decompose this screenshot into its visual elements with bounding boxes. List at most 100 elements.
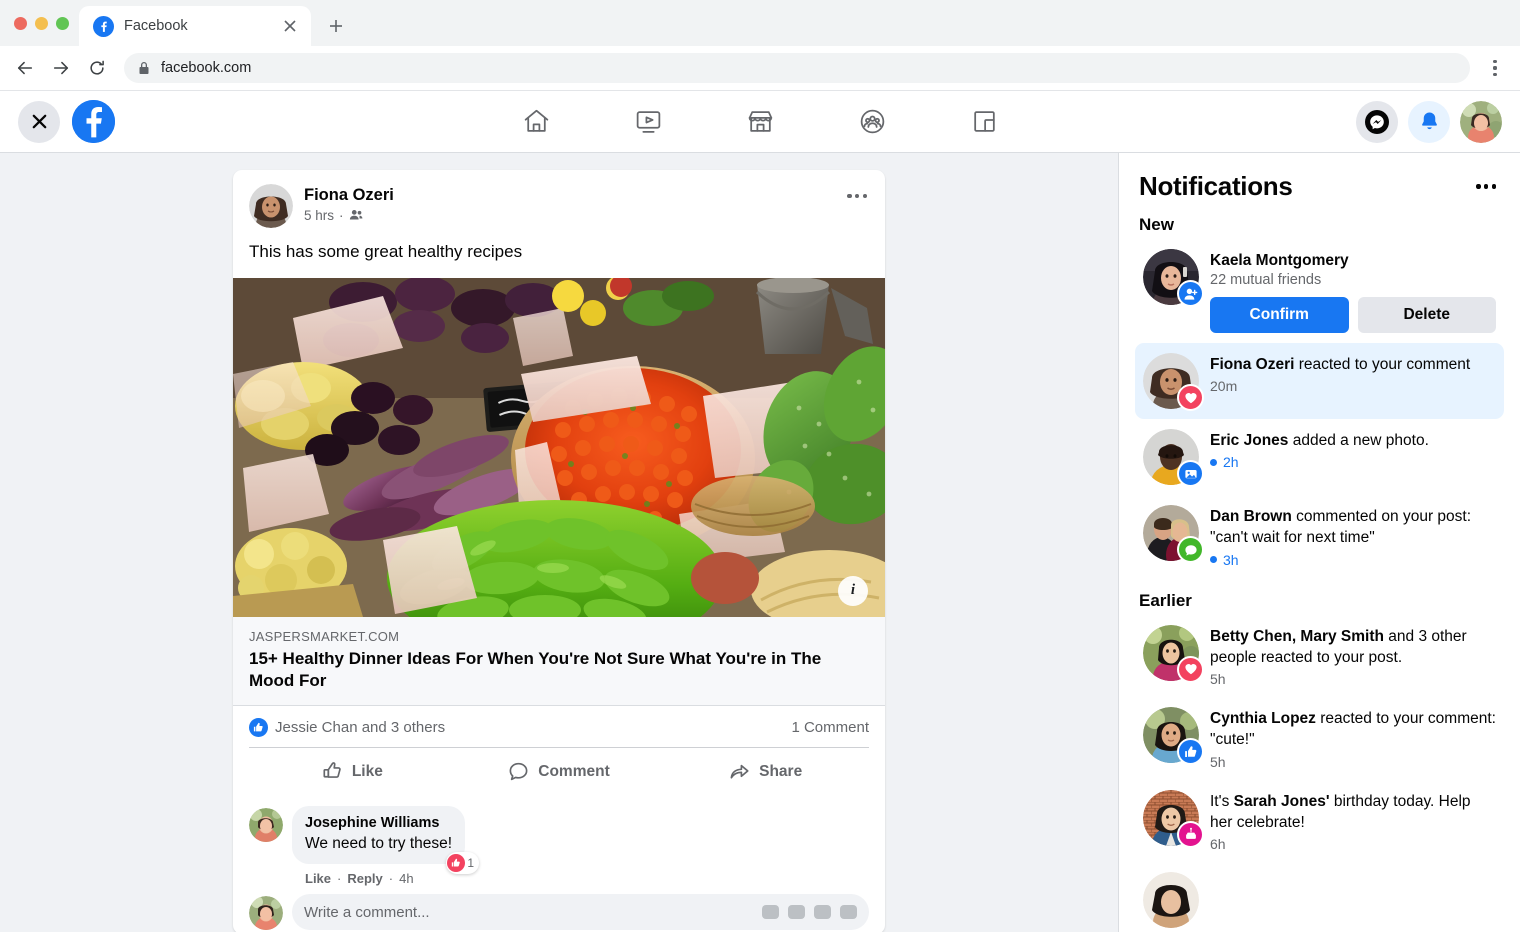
close-overlay-button[interactable] — [18, 100, 60, 143]
notification-body — [1210, 872, 1496, 873]
address-bar-url: facebook.com — [161, 60, 252, 76]
notification-time: 5h — [1210, 671, 1226, 688]
camera-icon[interactable] — [788, 905, 805, 920]
unread-dot-icon — [1210, 458, 1217, 466]
reaction-summary-left[interactable]: Jessie Chan and 3 others — [249, 717, 446, 737]
notification-time-text: 2h — [1223, 454, 1239, 471]
notification-comment-dan[interactable]: Dan Brown commented on your post: "can't… — [1135, 495, 1504, 577]
gif-icon[interactable] — [814, 905, 831, 920]
notifications-menu-icon[interactable] — [1472, 176, 1500, 196]
notification-time: 20m — [1210, 378, 1238, 395]
new-tab-icon[interactable] — [321, 11, 351, 41]
confirm-button[interactable]: Confirm — [1210, 297, 1349, 334]
notification-birthday-sarah[interactable]: It's Sarah Jones' birthday today. Help h… — [1135, 780, 1504, 862]
reaction-names: Jessie Chan and 3 others — [275, 718, 446, 736]
notification-avatar-wrap — [1143, 624, 1204, 683]
nav-tab-marketplace[interactable] — [704, 94, 816, 150]
post-meta: 5 hrs · — [304, 208, 845, 223]
link-domain: JASPERSMARKET.COM — [249, 628, 400, 644]
link-preview[interactable]: JASPERSMARKET.COM 15+ Healthy Dinner Ide… — [233, 616, 885, 706]
account-avatar[interactable] — [1460, 100, 1502, 143]
comment-action-sep2: · — [388, 871, 394, 887]
emoji-icon[interactable] — [762, 905, 779, 920]
notification-reaction-cynthia[interactable]: Cynthia Lopez reacted to your comment: "… — [1135, 697, 1504, 779]
nav-tabs — [0, 94, 1520, 150]
notification-body: Betty Chen, Mary Smith and 3 other peopl… — [1210, 625, 1496, 687]
post-author-avatar[interactable] — [249, 184, 293, 228]
nav-tab-home[interactable] — [480, 94, 592, 150]
back-icon[interactable] — [8, 51, 42, 85]
notification-item-partial[interactable] — [1135, 862, 1504, 932]
post-image-container[interactable]: i — [233, 277, 885, 617]
comment-composer: Write a comment... — [249, 894, 869, 932]
messenger-icon[interactable] — [1356, 100, 1398, 143]
window-close-button[interactable] — [14, 16, 27, 30]
window-maximize-button[interactable] — [56, 16, 69, 30]
groups-icon — [860, 109, 884, 134]
section-label-new: New — [1139, 215, 1174, 234]
commenter-avatar[interactable] — [249, 807, 283, 842]
watch-icon — [636, 111, 660, 133]
friends-icon — [349, 210, 362, 220]
nav-tab-gaming[interactable] — [928, 94, 1040, 150]
comment-body: Josephine Williams We need to try these!… — [292, 805, 869, 887]
facebook-logo-icon[interactable] — [72, 100, 115, 143]
share-button[interactable]: Share — [662, 752, 869, 792]
notification-actor: Sarah Jones' — [1233, 792, 1330, 810]
post-author-name[interactable]: Fiona Ozeri — [304, 185, 845, 206]
comment-count[interactable]: 1 Comment — [791, 719, 869, 736]
post-meta-separator: · — [339, 207, 344, 223]
notification-time: 6h — [1210, 836, 1226, 853]
link-title: 15+ Healthy Dinner Ideas For When You're… — [249, 648, 822, 690]
notification-reaction-betty[interactable]: Betty Chen, Mary Smith and 3 other peopl… — [1135, 615, 1504, 697]
address-bar[interactable]: facebook.com — [124, 53, 1470, 83]
notification-body: Dan Brown commented on your post: "can't… — [1210, 505, 1496, 568]
notification-actor: Betty Chen, Mary Smith — [1210, 627, 1384, 645]
reload-icon[interactable] — [80, 51, 114, 85]
tab-close-icon[interactable] — [279, 15, 301, 37]
notification-body: Cynthia Lopez reacted to your comment: "… — [1210, 707, 1496, 769]
window-minimize-button[interactable] — [35, 16, 48, 30]
notification-avatar-wrap — [1143, 249, 1204, 307]
notification-avatar-wrap — [1143, 872, 1199, 929]
notification-avatar[interactable] — [1143, 872, 1199, 929]
nav-right-group — [1356, 100, 1502, 143]
notification-reaction-fiona[interactable]: Fiona Ozeri reacted to your comment 20m — [1135, 343, 1504, 420]
comment-reply-link[interactable]: Reply — [347, 871, 382, 886]
marketplace-icon — [748, 111, 772, 132]
browser-menu-icon[interactable] — [1480, 53, 1510, 83]
share-arrow-icon — [730, 765, 749, 779]
comment-item: Josephine Williams We need to try these!… — [249, 805, 869, 887]
notification-actor: Cynthia Lopez — [1210, 710, 1316, 728]
notification-body: Eric Jones added a new photo. 2h — [1210, 429, 1496, 470]
notification-actor: Eric Jones — [1210, 432, 1289, 450]
lock-icon — [139, 62, 149, 74]
notifications-panel: Notifications New Kaela Montgomery 22 mu… — [1118, 153, 1520, 932]
comment-input[interactable]: Write a comment... — [292, 894, 869, 931]
image-info-button[interactable]: i — [838, 575, 868, 606]
nav-tab-groups[interactable] — [816, 94, 928, 150]
forward-icon[interactable] — [44, 51, 78, 85]
like-button[interactable]: Like — [249, 752, 456, 792]
comment-reaction-chip[interactable]: 1 — [446, 852, 480, 875]
nav-tab-watch[interactable] — [592, 94, 704, 150]
photo-icon — [1177, 460, 1204, 488]
page-body: Fiona Ozeri 5 hrs · This has some great … — [0, 153, 1520, 932]
notification-body: Fiona Ozeri reacted to your comment 20m — [1210, 353, 1496, 394]
browser-chrome: Facebook facebook.com — [0, 0, 1520, 91]
comment-like-link[interactable]: Like — [305, 871, 331, 886]
notifications-bell-icon[interactable] — [1408, 100, 1450, 143]
notification-friend-request[interactable]: Kaela Montgomery 22 mutual friends Confi… — [1135, 239, 1504, 343]
comment-button[interactable]: Comment — [456, 752, 663, 792]
post-menu-icon[interactable] — [845, 184, 869, 208]
browser-tab[interactable]: Facebook — [79, 6, 311, 46]
delete-button[interactable]: Delete — [1357, 297, 1496, 334]
notification-avatar-wrap — [1143, 429, 1204, 488]
notification-body: Kaela Montgomery 22 mutual friends Confi… — [1210, 249, 1496, 334]
notification-photo-eric[interactable]: Eric Jones added a new photo. 2h — [1135, 419, 1504, 495]
post-header-text: Fiona Ozeri 5 hrs · — [304, 184, 845, 223]
sticker-icon[interactable] — [840, 905, 857, 920]
comment-author[interactable]: Josephine Williams — [305, 814, 452, 834]
friend-request-name: Kaela Montgomery — [1210, 252, 1349, 269]
notification-body: It's Sarah Jones' birthday today. Help h… — [1210, 790, 1496, 852]
